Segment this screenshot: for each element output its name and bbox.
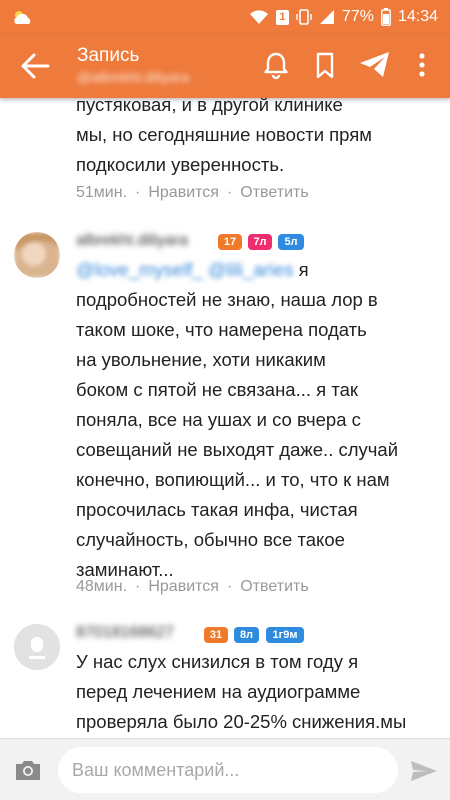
comment-meta: 51мин. · Нравится · Ответить: [76, 184, 309, 201]
comment-input[interactable]: [58, 747, 398, 793]
battery-percent: 77%: [341, 8, 374, 25]
comment-meta: 48мин. · Нравится · Ответить: [76, 578, 309, 595]
more-vert-icon[interactable]: [412, 50, 432, 80]
like-link[interactable]: Нравится: [148, 578, 219, 595]
battery-icon: [381, 8, 391, 26]
page-subtitle: @albrekht.diliyara: [77, 69, 190, 85]
status-time: 14:34: [397, 8, 438, 25]
age-badge: 7л: [248, 234, 272, 250]
duration-badge: 5л: [278, 234, 304, 250]
reply-link[interactable]: Ответить: [240, 578, 308, 595]
page-title: Запись: [77, 45, 140, 66]
wifi-icon: [249, 10, 268, 24]
avatar[interactable]: [14, 624, 60, 670]
camera-icon[interactable]: [14, 758, 42, 782]
vibrate-icon: [296, 9, 312, 25]
comment-username[interactable]: albrekht.diliyara: [76, 232, 188, 250]
comment-text: @love_myself_ @lili_aries я подробностей…: [76, 259, 399, 580]
reply-link[interactable]: Ответить: [240, 184, 308, 201]
comment-composer: [0, 738, 450, 800]
comment-time: 48мин.: [76, 578, 128, 595]
partly-cloudy-icon: [14, 11, 31, 24]
like-link[interactable]: Нравится: [148, 184, 219, 201]
comments-feed[interactable]: пустяковая, и в другой клинике мы, но се…: [0, 98, 450, 738]
back-arrow-icon[interactable]: [20, 52, 50, 80]
send-comment-icon[interactable]: [410, 759, 438, 783]
signal-icon: [319, 10, 334, 24]
comment-text: пустяковая, и в другой клинике мы, но се…: [76, 98, 372, 175]
level-badge: 17: [218, 234, 242, 250]
send-icon[interactable]: [358, 50, 392, 80]
mentions[interactable]: @love_myself_ @lili_aries: [76, 259, 294, 280]
level-badge: 31: [204, 627, 228, 643]
status-bar: 1 77% 14:34: [0, 0, 450, 34]
comment-username[interactable]: 87018168627: [76, 624, 174, 642]
age-badge: 8л: [234, 627, 259, 643]
default-avatar-icon: [14, 624, 60, 670]
sim-badge: 1: [275, 9, 289, 25]
duration-badge: 1г9м: [266, 627, 304, 643]
comment-text: У нас слух снизился в том году я перед л…: [76, 651, 407, 732]
app-bar: Запись @albrekht.diliyara: [0, 34, 450, 98]
comment-time: 51мин.: [76, 184, 128, 201]
bell-icon[interactable]: [261, 50, 291, 80]
bookmark-icon[interactable]: [310, 50, 340, 80]
avatar[interactable]: [14, 232, 60, 278]
